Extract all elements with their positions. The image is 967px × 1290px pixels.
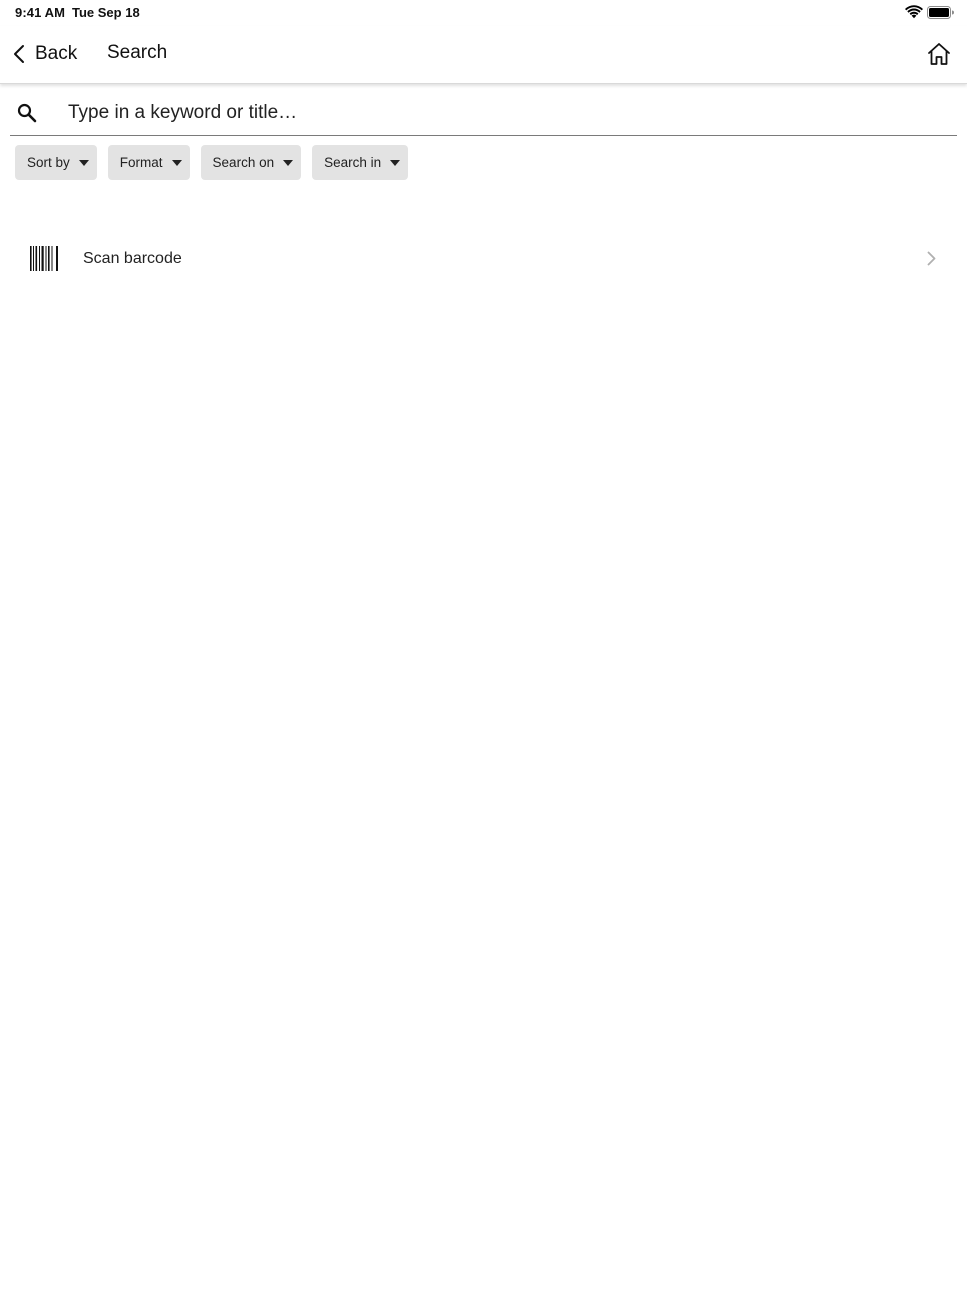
search-input[interactable] [68,96,928,130]
sort-by-dropdown[interactable]: Sort by [15,145,97,180]
format-dropdown[interactable]: Format [107,145,190,180]
status-bar: 9:41 AM Tue Sep 18 [0,0,967,26]
barcode-icon [30,246,58,271]
battery-icon [927,6,954,19]
caret-down-icon [283,159,294,166]
scan-barcode-row[interactable]: Scan barcode [0,236,967,282]
filter-label: Search in [324,155,382,170]
search-in-dropdown[interactable]: Search in [312,145,409,180]
filter-label: Sort by [27,155,70,170]
wifi-icon [905,5,923,19]
page-title: Search [107,42,168,63]
filter-label: Search on [212,155,275,170]
chevron-right-icon [927,251,936,266]
search-on-dropdown[interactable]: Search on [200,145,302,180]
chevron-left-icon [14,45,24,63]
status-date: Tue Sep 18 [72,5,140,20]
back-label: Back [35,43,78,64]
filter-bar: Sort by Format Search on Search in [15,145,419,180]
caret-down-icon [78,159,89,166]
nav-bar: Back Search [0,26,967,84]
search-icon[interactable] [17,103,37,123]
status-time: 9:41 AM [15,5,66,20]
caret-down-icon [171,159,182,166]
scan-barcode-label: Scan barcode [83,250,182,267]
filter-label: Format [119,155,163,170]
caret-down-icon [390,159,401,166]
home-icon[interactable] [926,41,952,67]
back-button[interactable]: Back [12,39,77,69]
search-bar [10,90,957,136]
